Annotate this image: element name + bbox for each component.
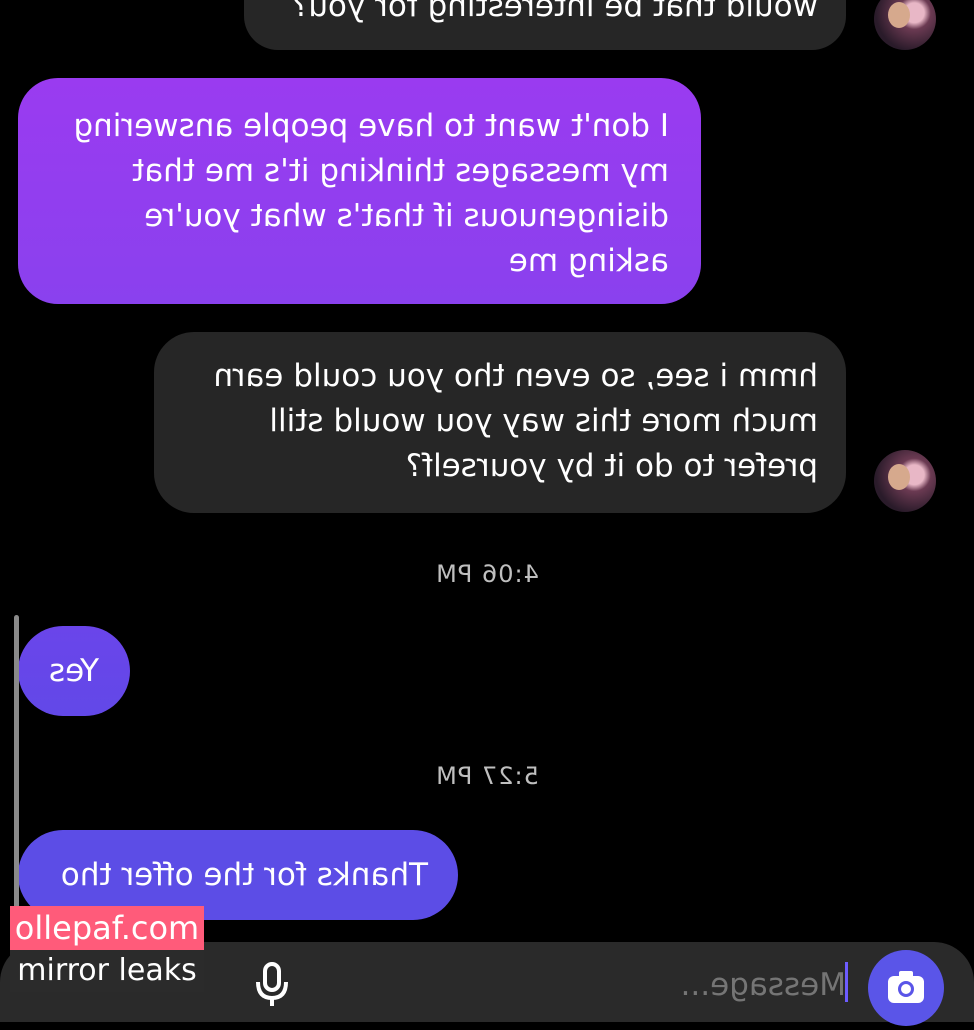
incoming-message: hmm i see, so even tho you could earn mu… <box>154 332 846 513</box>
microphone-icon <box>256 962 288 1006</box>
message-text: would that be interesting for you? <box>291 0 818 24</box>
incoming-message: would that be interesting for you? <box>244 0 846 50</box>
outgoing-message: Yes <box>18 626 130 716</box>
microphone-button[interactable] <box>252 962 292 1010</box>
watermark-site: ollepaf.com <box>10 906 204 950</box>
camera-button[interactable] <box>868 950 944 1026</box>
message-text: Yes <box>48 653 100 689</box>
chat-thread-mirrored: would that be interesting for you? I don… <box>0 0 974 1026</box>
timestamp: 5:27 PM <box>435 762 539 790</box>
contact-avatar[interactable] <box>874 0 936 50</box>
scrollbar[interactable] <box>14 615 19 915</box>
camera-icon <box>888 971 924 1003</box>
outgoing-message: I don't want to have people answering my… <box>18 78 701 304</box>
message-input[interactable] <box>654 962 848 1008</box>
message-text: Thanks for the offer tho <box>60 857 428 893</box>
timestamp: 4:06 PM <box>435 560 539 588</box>
message-text: hmm i see, so even tho you could earn mu… <box>213 358 819 484</box>
watermark-caption: mirror leaks <box>10 950 204 992</box>
text-caret <box>845 962 848 1002</box>
message-text: I don't want to have people answering my… <box>73 108 669 279</box>
contact-avatar[interactable] <box>874 450 936 512</box>
